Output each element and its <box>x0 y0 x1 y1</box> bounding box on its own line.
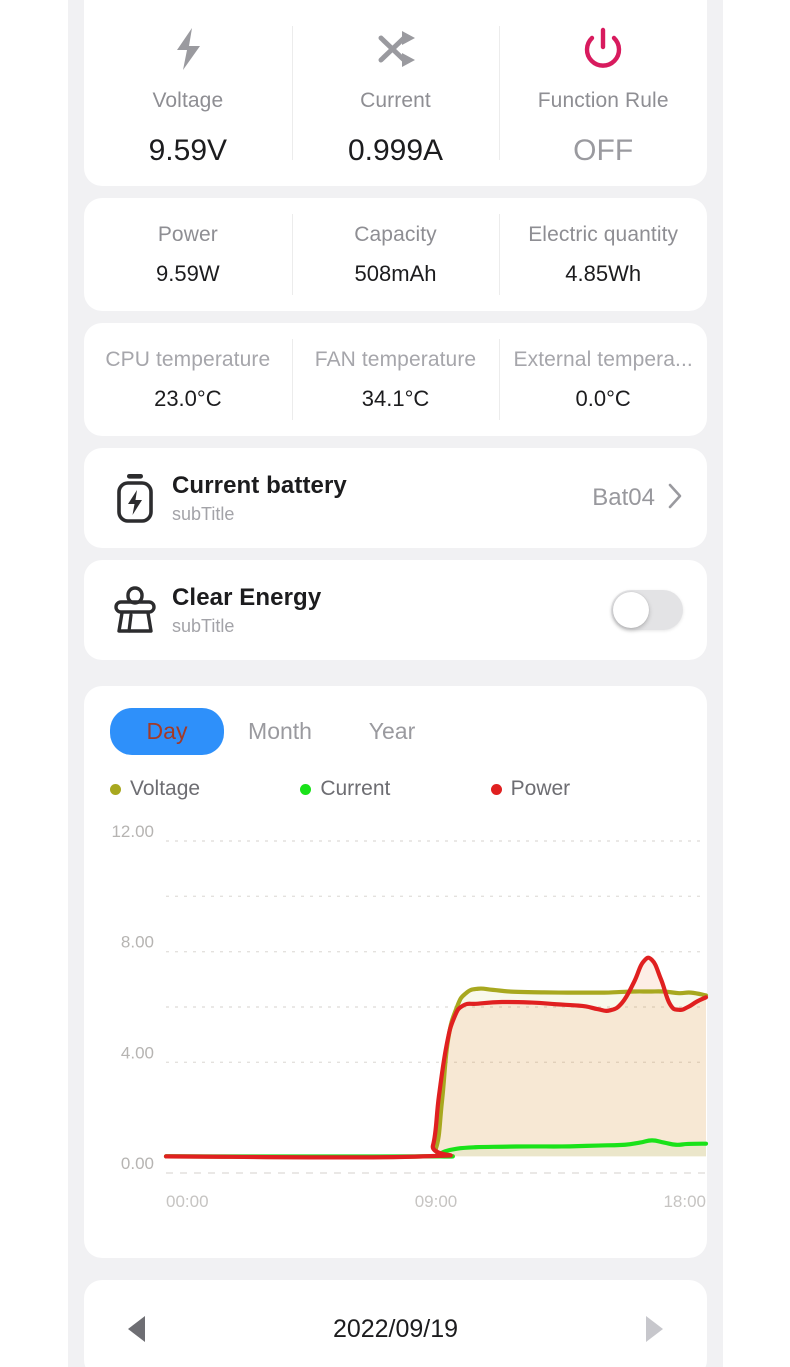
svg-text:4.00: 4.00 <box>121 1043 154 1062</box>
row-current-battery[interactable]: Current battery subTitle Bat04 <box>84 448 707 548</box>
legend-label: Power <box>510 777 571 800</box>
metric-label: Electric quantity <box>528 222 679 246</box>
chart-svg: 0.00 4.00 8.00 12.00 00:00 09:00 18:00 <box>111 823 709 1211</box>
primary-metrics-card: Voltage 9.59V Current 0.999A Function Ru… <box>84 0 707 186</box>
history-chart-card: Day Month Year Voltage Current Power 0.0… <box>84 686 709 1258</box>
battery-charging-icon <box>106 471 164 525</box>
metric-value: 4.85Wh <box>565 260 642 286</box>
metric-value: 0.999A <box>347 133 444 167</box>
row-clear-energy[interactable]: Clear Energy subTitle <box>84 560 707 660</box>
metric-value: 34.1°C <box>361 385 430 411</box>
metric-label: External tempera... <box>513 347 693 371</box>
svg-text:12.00: 12.00 <box>111 823 154 841</box>
chart-plot-area[interactable]: 0.00 4.00 8.00 12.00 00:00 09:00 18:00 <box>102 823 709 1223</box>
metric-value: 23.0°C <box>154 385 222 411</box>
metric-label: Function Rule <box>537 88 669 112</box>
metric-capacity: Capacity 508mAh <box>291 198 500 311</box>
current-battery-value: Bat04 <box>592 484 655 511</box>
phone-device-frame: Voltage 9.59V Current 0.999A Function Ru… <box>0 0 790 1367</box>
metric-value: 0.0°C <box>575 385 631 411</box>
power-icon <box>582 21 624 77</box>
legend-dot-power <box>490 783 502 795</box>
phone-screen: Voltage 9.59V Current 0.999A Function Ru… <box>68 0 723 1367</box>
selected-date-label: 2022/09/19 <box>332 1314 459 1343</box>
metric-value: 508mAh <box>354 260 437 286</box>
metric-value: 9.59W <box>156 260 220 286</box>
metric-label: Current <box>360 88 431 112</box>
lightning-bolt-icon <box>168 21 208 77</box>
energy-metrics-card: Power 9.59W Capacity 508mAh Electric qua… <box>84 198 707 311</box>
svg-text:00:00: 00:00 <box>166 1192 209 1211</box>
tab-day[interactable]: Day <box>110 708 224 755</box>
date-navigation-bar: 2022/09/19 <box>84 1280 707 1367</box>
chart-legend: Voltage Current Power <box>102 755 689 801</box>
legend-item-power[interactable]: Power <box>490 777 681 801</box>
legend-item-voltage[interactable]: Voltage <box>110 777 300 801</box>
row-text: Clear Energy subTitle <box>172 584 611 637</box>
legend-label: Current <box>320 777 391 800</box>
period-segmented-control[interactable]: Day Month Year <box>102 708 689 755</box>
toggle-knob <box>613 592 649 628</box>
row-subtitle: subTitle <box>172 615 235 636</box>
metric-label: Voltage <box>152 88 224 112</box>
row-title: Clear Energy <box>172 583 322 611</box>
metric-value: 9.59V <box>148 133 228 167</box>
svg-text:0.00: 0.00 <box>121 1154 154 1173</box>
row-accessory[interactable]: Bat04 <box>592 482 683 515</box>
metric-fan-temperature: FAN temperature 34.1°C <box>291 323 500 436</box>
metric-power: Power 9.59W <box>84 198 292 311</box>
metric-cpu-temperature: CPU temperature 23.0°C <box>84 323 292 436</box>
metric-label: Capacity <box>354 222 437 246</box>
metric-label: Power <box>157 222 218 246</box>
legend-item-current[interactable]: Current <box>300 777 490 801</box>
clear-energy-toggle[interactable] <box>611 590 683 630</box>
metric-label: CPU temperature <box>105 347 271 371</box>
metric-voltage[interactable]: Voltage 9.59V <box>84 0 292 186</box>
metric-current[interactable]: Current 0.999A <box>291 0 500 186</box>
row-text: Current battery subTitle <box>172 472 592 525</box>
row-accessory[interactable] <box>611 590 683 630</box>
metric-function-rule[interactable]: Function Rule OFF <box>499 0 707 186</box>
legend-dot-voltage <box>110 783 121 795</box>
svg-text:09:00: 09:00 <box>415 1192 458 1211</box>
cleaning-brush-icon <box>106 585 164 635</box>
row-subtitle: subTitle <box>172 503 235 524</box>
legend-dot-current <box>300 783 312 795</box>
next-day-arrow-icon[interactable] <box>646 1316 663 1342</box>
tab-month[interactable]: Month <box>224 708 336 755</box>
svg-text:18:00: 18:00 <box>663 1192 706 1211</box>
shuffle-icon <box>374 21 418 77</box>
metric-value: OFF <box>573 133 634 167</box>
chevron-right-icon[interactable] <box>667 482 683 515</box>
metric-external-temperature: External tempera... 0.0°C <box>499 323 707 436</box>
row-title: Current battery <box>172 471 347 499</box>
previous-day-arrow-icon[interactable] <box>128 1316 145 1342</box>
svg-text:8.00: 8.00 <box>121 933 154 952</box>
temperature-metrics-card: CPU temperature 23.0°C FAN temperature 3… <box>84 323 707 436</box>
tab-year[interactable]: Year <box>336 708 448 755</box>
metric-electric-quantity: Electric quantity 4.85Wh <box>499 198 707 311</box>
legend-label: Voltage <box>130 777 201 800</box>
metric-label: FAN temperature <box>314 347 477 371</box>
